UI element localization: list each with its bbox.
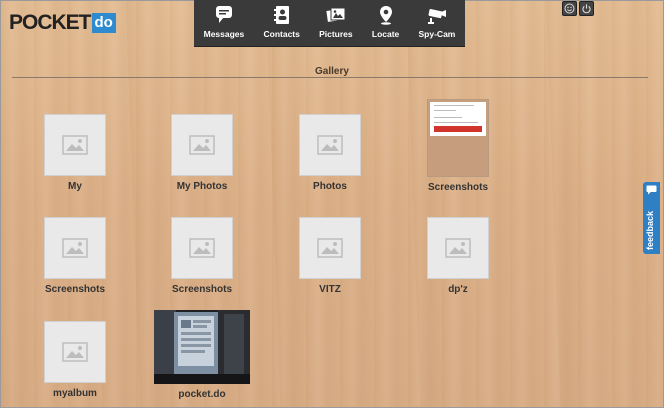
album-thumbnail <box>171 114 233 176</box>
album-my[interactable]: My <box>35 114 115 192</box>
nav-pictures-label: Pictures <box>319 29 353 39</box>
smiley-icon <box>564 3 575 14</box>
album-thumbnail <box>299 114 361 176</box>
image-placeholder-icon <box>62 135 88 155</box>
album-label: VITZ <box>319 284 341 295</box>
nav-spy-cam[interactable]: Spy-Cam <box>418 0 456 39</box>
album-label: pocket.do <box>178 389 226 400</box>
image-placeholder-icon <box>62 238 88 258</box>
top-navigation: Messages Contacts Pictures Locate Spy-Ca… <box>194 0 465 47</box>
album-label: myalbum <box>53 388 97 399</box>
album-thumbnail <box>44 217 106 279</box>
album-myalbum[interactable]: myalbum <box>35 321 115 399</box>
nav-messages-label: Messages <box>203 29 245 39</box>
album-label: My Photos <box>176 181 228 192</box>
power-icon <box>582 4 591 14</box>
nav-pictures[interactable]: Pictures <box>319 0 353 39</box>
pictures-icon <box>326 7 346 22</box>
album-label: dp'z <box>448 284 468 295</box>
album-thumbnail <box>299 217 361 279</box>
logo-text: POCKET <box>9 11 92 34</box>
image-placeholder-icon <box>445 238 471 258</box>
album-thumbnail <box>427 217 489 279</box>
nav-locate-label: Locate <box>371 29 400 39</box>
image-placeholder-icon <box>189 238 215 258</box>
album-my-photos[interactable]: My Photos <box>162 114 242 192</box>
nav-messages[interactable]: Messages <box>203 0 245 39</box>
nav-contacts-label: Contacts <box>263 29 300 39</box>
album-screenshots-2[interactable]: Screenshots <box>35 217 115 295</box>
album-label: Screenshots <box>427 182 489 193</box>
feedback-tab[interactable]: feedback <box>643 182 660 254</box>
sms-icon <box>215 6 232 23</box>
album-thumbnail-photo <box>154 310 250 384</box>
logo[interactable]: POCKET do <box>9 12 116 34</box>
album-thumbnail-screenshot <box>427 99 489 177</box>
disconnect-bar <box>434 126 482 132</box>
logo-badge: do <box>91 13 116 33</box>
contacts-icon <box>273 6 289 24</box>
image-placeholder-icon <box>317 238 343 258</box>
album-pocket-do[interactable]: pocket.do <box>154 310 250 400</box>
album-thumbnail <box>44 114 106 176</box>
image-placeholder-icon <box>317 135 343 155</box>
location-pin-icon <box>379 6 392 25</box>
album-screenshots[interactable]: Screenshots <box>418 99 498 193</box>
album-vitz[interactable]: VITZ <box>290 217 370 295</box>
album-thumbnail <box>44 321 106 383</box>
profile-button[interactable] <box>562 1 577 16</box>
album-label: Screenshots <box>44 284 106 295</box>
album-label: Screenshots <box>171 284 233 295</box>
nav-locate[interactable]: Locate <box>372 0 399 39</box>
nav-contacts[interactable]: Contacts <box>263 0 300 39</box>
nav-spy-cam-label: Spy-Cam <box>418 29 456 39</box>
camera-icon <box>427 9 446 24</box>
photo-preview <box>154 310 250 384</box>
feedback-label: feedback <box>645 210 655 250</box>
image-placeholder-icon <box>189 135 215 155</box>
album-photos[interactable]: Photos <box>290 114 370 192</box>
album-thumbnail <box>171 217 233 279</box>
album-label: Photos <box>313 181 347 192</box>
gallery-divider <box>12 77 648 78</box>
album-dpz[interactable]: dp'z <box>418 217 498 295</box>
gallery-title: Gallery <box>315 66 349 77</box>
album-screenshots-3[interactable]: Screenshots <box>162 217 242 295</box>
album-label: My <box>68 181 82 192</box>
header-actions <box>562 1 594 16</box>
image-placeholder-icon <box>62 342 88 362</box>
logout-button[interactable] <box>579 1 594 16</box>
